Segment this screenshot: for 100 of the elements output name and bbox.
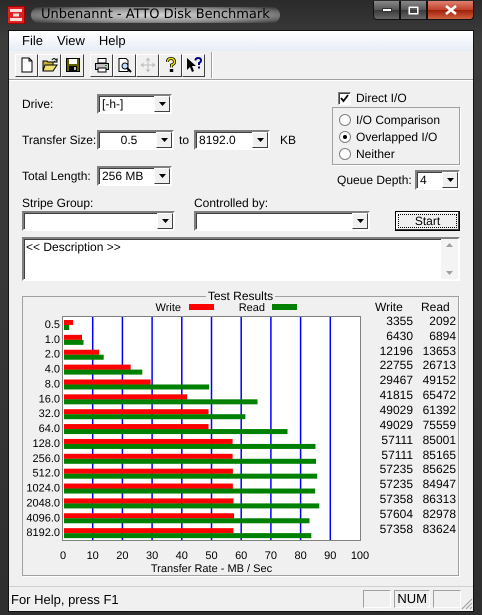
- table-cell-text: 65472: [422, 388, 456, 404]
- axis-tick-label: 80: [294, 550, 307, 562]
- table-cell-text: 26713: [422, 358, 456, 374]
- table-cell-text: 57111: [380, 448, 413, 462]
- toolbar-button[interactable]: [113, 54, 136, 76]
- minimize-button[interactable]: [373, 1, 400, 20]
- category-label: 4096.0: [26, 512, 60, 524]
- range-separator-label: to: [179, 132, 190, 146]
- axis-tick-label: 90: [324, 550, 336, 562]
- category-label: 256.0: [32, 452, 60, 465]
- queue-depth-dropdown[interactable]: 4: [415, 170, 460, 190]
- table-cell-text: 6430: [385, 328, 413, 344]
- total-length-dropdown[interactable]: 256 MB: [97, 166, 172, 186]
- scrollbar[interactable]: [441, 239, 458, 279]
- toolbar-button[interactable]: [90, 54, 113, 76]
- folder-icon: [42, 57, 58, 73]
- table-cell-text: 84947: [422, 477, 456, 492]
- start-button[interactable]: Start: [395, 211, 460, 231]
- dropdown-arrow-icon: [158, 174, 166, 178]
- table-cell-text: 57604: [378, 507, 413, 522]
- axis-tick-label: 20: [116, 550, 129, 562]
- transfer-size-from-dropdown[interactable]: 0.5: [97, 130, 174, 150]
- table-cell-text: 82978: [422, 507, 456, 522]
- description-box[interactable]: << Description >>: [22, 237, 460, 281]
- axis-tick-label: 70: [264, 550, 278, 562]
- document-icon: [18, 57, 34, 73]
- table-cell-text: 57358: [378, 492, 413, 508]
- radio-label: I/O Comparison: [356, 112, 440, 126]
- field-label: Stripe Group:: [22, 196, 94, 210]
- toolbar-button[interactable]: [182, 54, 205, 76]
- category-label: 512.0: [32, 468, 60, 480]
- toolbar-button[interactable]: [38, 54, 61, 76]
- menu-item[interactable]: File: [15, 32, 50, 50]
- category-label: 8192.0: [26, 527, 60, 540]
- table-cell-text: 2092: [428, 314, 456, 329]
- toolbar-button[interactable]: [159, 54, 182, 76]
- status-pane: [433, 590, 461, 608]
- field-label: Controlled by:: [194, 196, 270, 210]
- field-label: Drive:: [22, 96, 54, 110]
- radio-button[interactable]: [339, 114, 351, 126]
- table-cell-text: 85001: [422, 432, 456, 448]
- toolbar-button[interactable]: [61, 54, 84, 76]
- column-header: Read: [421, 300, 451, 316]
- table-cell-text: 6894: [428, 328, 456, 344]
- table-cell-text: 22755: [378, 358, 413, 374]
- status-text: For Help, press F1: [11, 592, 120, 606]
- dropdown-arrow-icon: [158, 102, 166, 106]
- table-cell-text: 49152: [422, 373, 456, 388]
- dropdown-arrow-icon: [256, 138, 264, 142]
- drive-dropdown[interactable]: [-h-]: [97, 94, 172, 114]
- scroll-up-icon: [446, 243, 453, 247]
- maximize-button[interactable]: [400, 1, 427, 20]
- close-icon: [444, 5, 456, 15]
- stripe-group-dropdown[interactable]: [22, 211, 175, 231]
- transfer-size-to-dropdown[interactable]: 8192.0: [194, 130, 270, 150]
- size-grip-icon: [461, 598, 473, 610]
- menu-item[interactable]: Help: [92, 32, 133, 50]
- radio-button[interactable]: [339, 130, 351, 142]
- table-cell-text: 85165: [422, 448, 456, 462]
- category-label: 128.0: [32, 438, 60, 450]
- toolbar-button[interactable]: [15, 54, 38, 76]
- table-cell-text: 75559: [422, 418, 456, 433]
- printer-icon: [94, 57, 110, 73]
- axis-tick-label: 10: [86, 550, 99, 562]
- table-cell-text: 49029: [378, 403, 413, 418]
- checkmark-icon: [340, 94, 349, 102]
- axis-tick-label: 0: [60, 550, 66, 562]
- scroll-down-icon: [446, 271, 453, 275]
- category-label: 64.0: [38, 423, 60, 436]
- controlled-by-dropdown[interactable]: [194, 211, 370, 231]
- category-label: 2.0: [44, 348, 60, 361]
- checkbox[interactable]: [338, 92, 351, 104]
- category-label: 16.0: [38, 393, 60, 406]
- axis-title: Transfer Rate - MB / Sec: [150, 563, 272, 575]
- minimize-icon: [382, 8, 392, 12]
- menu-item[interactable]: View: [50, 32, 92, 50]
- category-label: 0.5: [44, 319, 60, 331]
- table-cell-text: 49029: [378, 418, 413, 433]
- table-cell-text: 57111: [380, 432, 413, 448]
- table-cell-text: 57235: [378, 462, 413, 478]
- category-label: 32.0: [38, 408, 60, 420]
- axis-tick-label: 60: [235, 550, 248, 562]
- field-label: Queue Depth:: [337, 173, 413, 187]
- radio-button[interactable]: [339, 148, 351, 160]
- field-label: Transfer Size:: [22, 132, 97, 146]
- table-cell-text: 3355: [385, 314, 413, 329]
- maximize-icon: [408, 6, 419, 14]
- close-button[interactable]: [427, 1, 474, 20]
- table-cell-text: 12196: [378, 344, 413, 358]
- table-cell-text: 13653: [422, 344, 456, 358]
- table-cell-text: 41815: [378, 388, 413, 404]
- legend-label: Write: [156, 302, 181, 314]
- table-cell-text: 57235: [378, 477, 413, 492]
- dropdown-arrow-icon: [446, 178, 454, 182]
- table-cell-text: 61392: [422, 403, 456, 418]
- pointer-question-icon: [186, 57, 202, 73]
- status-pane: [363, 590, 392, 608]
- dropdown-arrow-icon: [162, 219, 168, 223]
- radio-label: Overlapped I/O: [356, 130, 438, 144]
- table-cell-text: 57358: [378, 522, 413, 537]
